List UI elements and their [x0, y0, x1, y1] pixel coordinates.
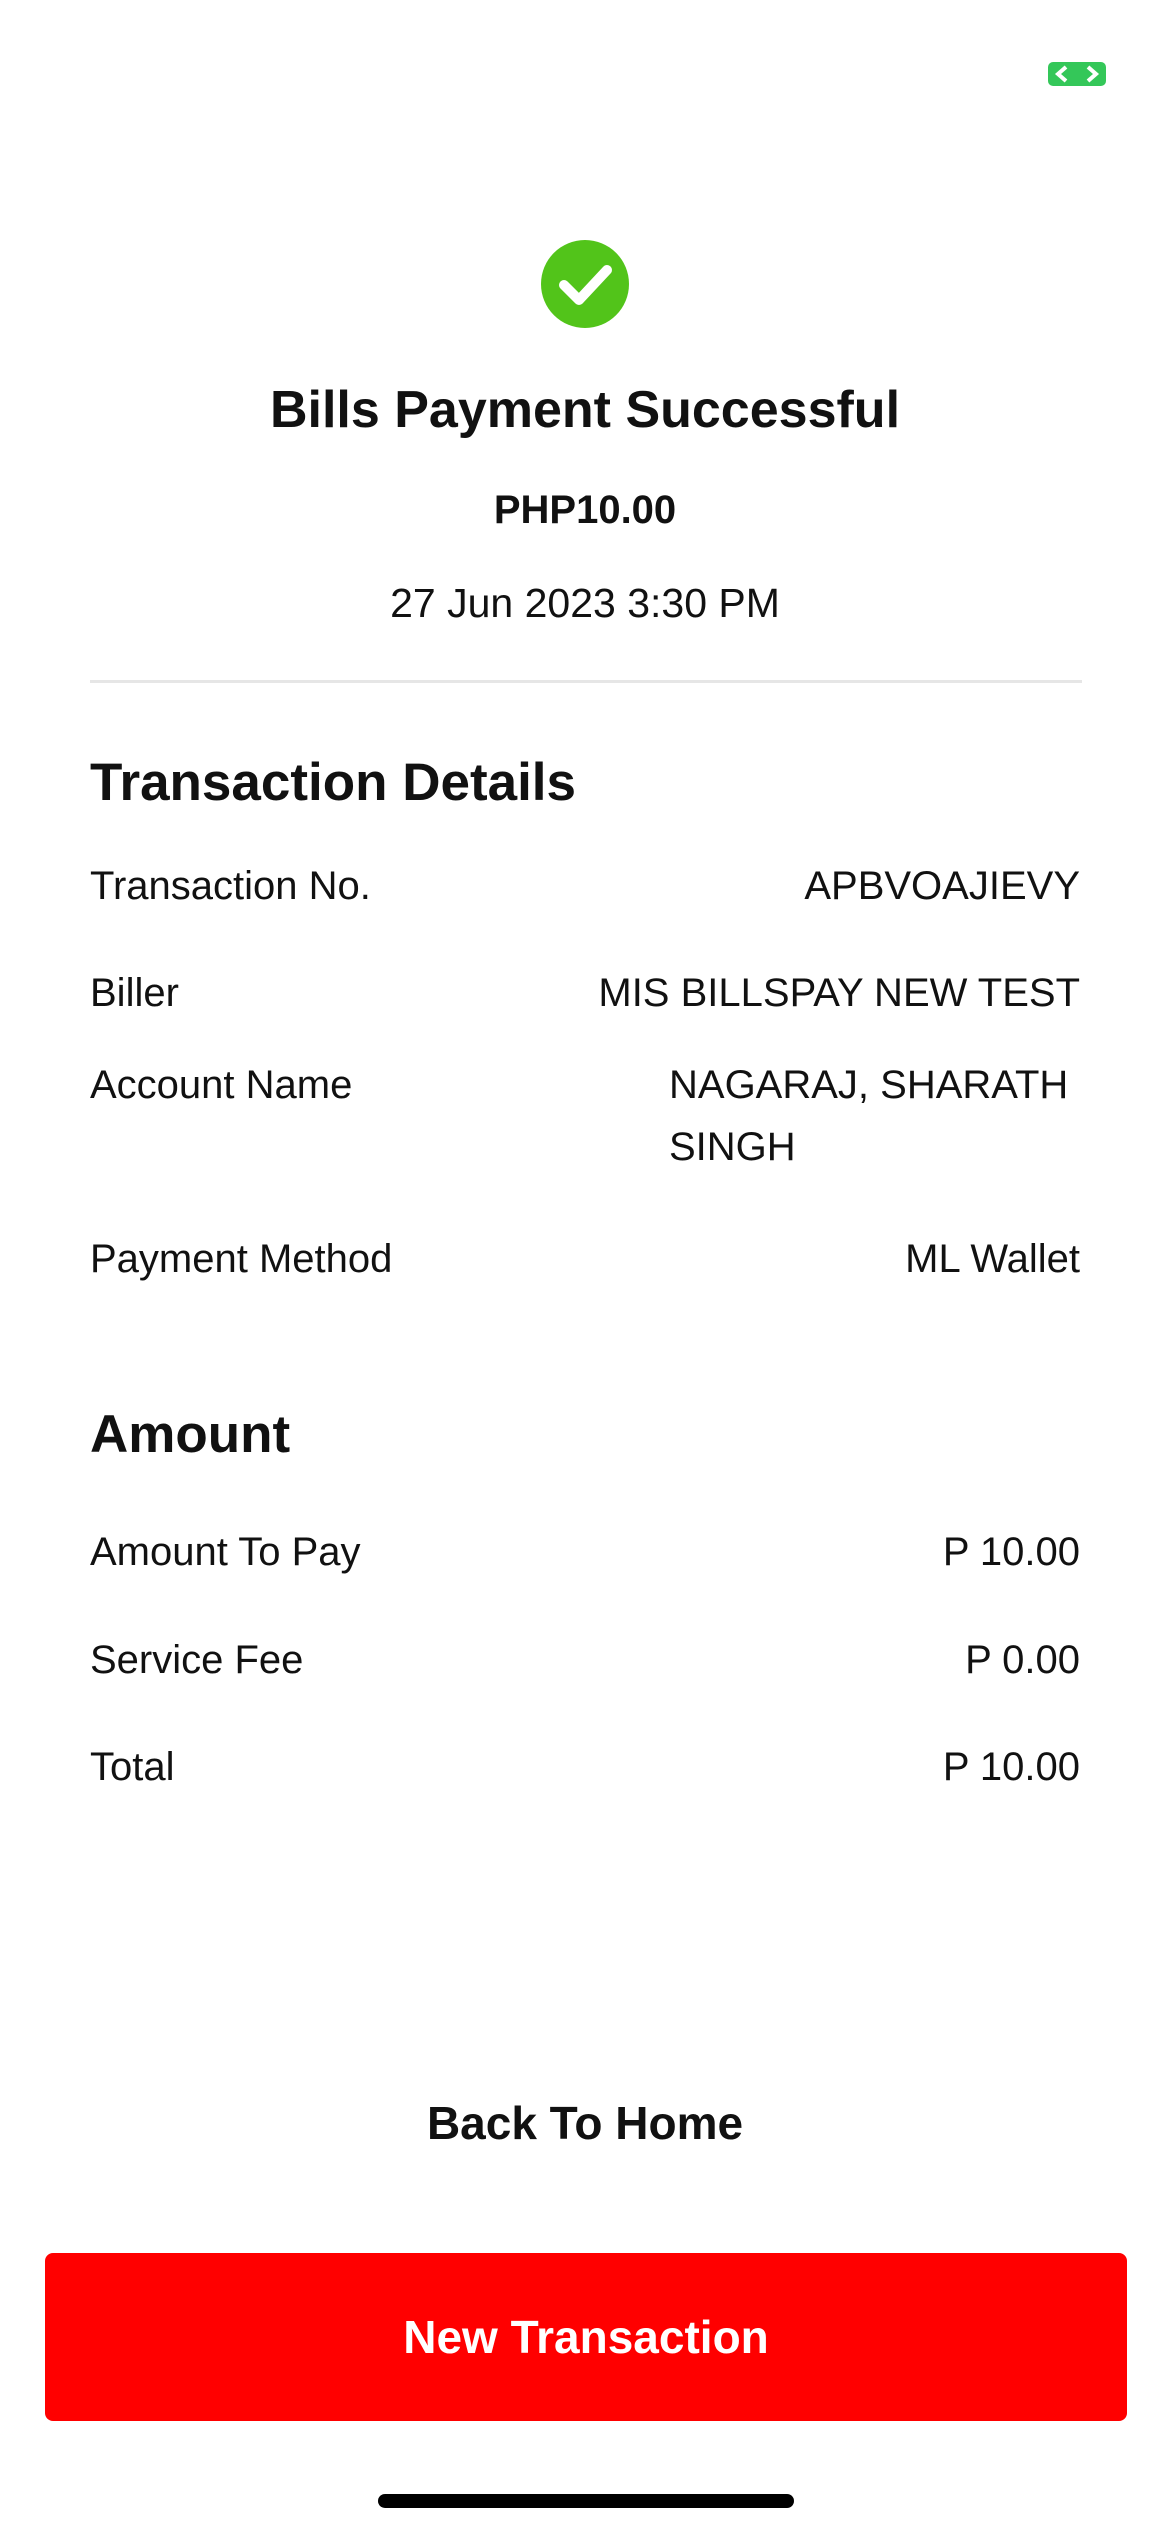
account-name-value: NAGARAJ, SHARATH SINGH: [669, 1063, 1069, 1169]
check-circle-icon: [541, 240, 629, 328]
home-indicator[interactable]: [378, 2494, 794, 2508]
biller-label: Biller: [90, 971, 179, 1015]
new-transaction-button[interactable]: New Transaction: [45, 2253, 1127, 2421]
amount-heading: Amount: [90, 1405, 291, 1464]
service-fee-label: Service Fee: [90, 1638, 304, 1682]
camera-in-use-indicator-icon: [1048, 62, 1106, 86]
payment-amount: PHP10.00: [493, 488, 677, 532]
total-label: Total: [90, 1745, 175, 1789]
new-transaction-label: New Transaction: [403, 2311, 769, 2363]
success-check-icon: [541, 240, 629, 328]
total-value: P 10.00: [942, 1745, 1080, 1789]
service-fee-value: P 0.00: [965, 1638, 1080, 1682]
transaction-number-label: Transaction No.: [90, 864, 371, 908]
back-to-home-button[interactable]: Back To Home: [0, 2088, 1170, 2158]
page-title: Bills Payment Successful: [269, 381, 901, 439]
amount-to-pay-value: P 10.00: [942, 1530, 1080, 1574]
payment-method-label: Payment Method: [90, 1237, 393, 1281]
transaction-details-heading: Transaction Details: [90, 753, 577, 812]
payment-method-value: ML Wallet: [905, 1237, 1080, 1281]
biller-value: MIS BILLSPAY NEW TEST: [598, 971, 1080, 1015]
summary-divider: [90, 680, 1082, 683]
transaction-datetime: 27 Jun 2023 3:30 PM: [390, 580, 780, 626]
transaction-number-value: APBVOAJIEVY: [804, 864, 1080, 908]
status-indicator: [1048, 62, 1106, 86]
amount-to-pay-label: Amount To Pay: [90, 1530, 361, 1574]
account-name-label: Account Name: [90, 1063, 353, 1107]
